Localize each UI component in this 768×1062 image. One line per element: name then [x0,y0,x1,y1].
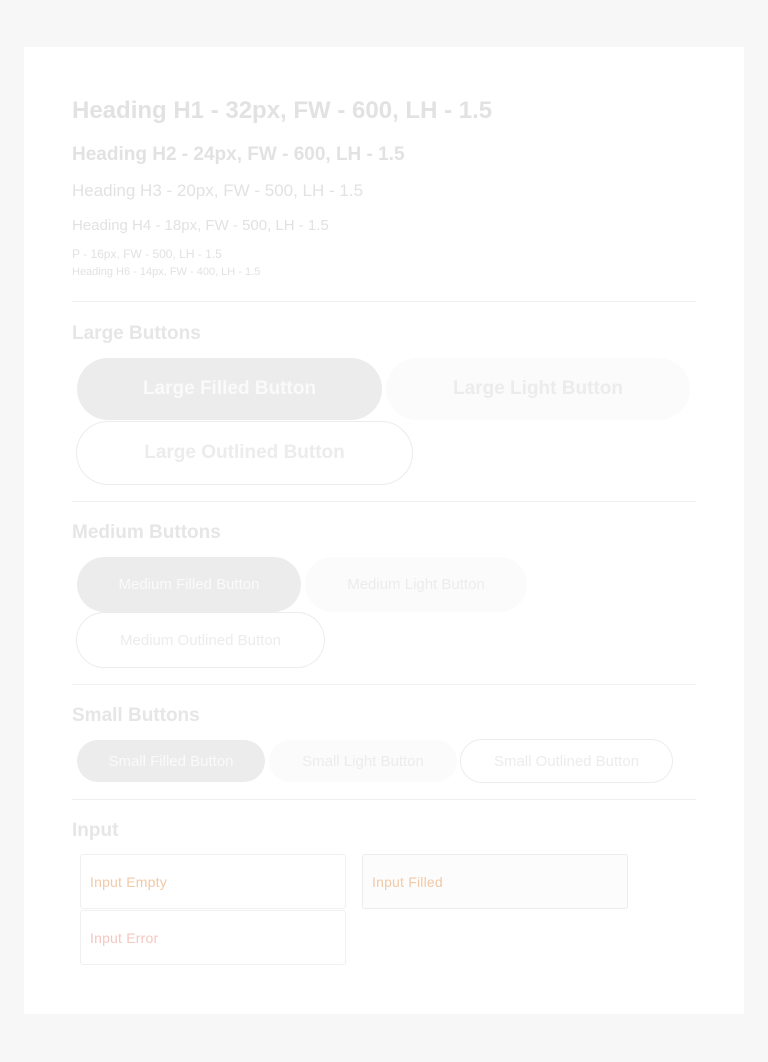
input-empty-text: Input Empty [90,873,167,890]
divider [72,301,696,302]
medium-light-button[interactable]: Medium Light Button [305,557,527,612]
small-outlined-button[interactable]: Small Outlined Button [460,739,673,783]
heading-h6-sample: Heading H6 - 14px, FW - 400, LH - 1.5 [72,266,261,278]
medium-filled-button[interactable]: Medium Filled Button [77,557,301,612]
input-empty-field[interactable]: Input Empty [80,854,346,909]
large-outlined-button[interactable]: Large Outlined Button [76,421,413,485]
divider [72,684,696,685]
large-light-button[interactable]: Large Light Button [386,358,690,420]
style-guide-card: Heading H1 - 32px, FW - 600, LH - 1.5 He… [24,47,744,1014]
input-filled-text: Input Filled [372,873,443,890]
small-light-button[interactable]: Small Light Button [269,740,457,782]
heading-h2-sample: Heading H2 - 24px, FW - 600, LH - 1.5 [72,144,405,165]
input-error-text: Input Error [90,929,159,946]
input-section-title: Input [72,820,119,841]
large-filled-button[interactable]: Large Filled Button [77,358,382,420]
small-buttons-title: Small Buttons [72,705,200,726]
heading-h3-sample: Heading H3 - 20px, FW - 500, LH - 1.5 [72,181,364,200]
heading-h4-sample: Heading H4 - 18px, FW - 500, LH - 1.5 [72,217,329,234]
input-filled-field[interactable]: Input Filled [362,854,628,909]
large-buttons-title: Large Buttons [72,323,201,344]
input-error-field[interactable]: Input Error [80,910,346,965]
small-filled-button[interactable]: Small Filled Button [77,740,265,782]
medium-buttons-title: Medium Buttons [72,522,221,543]
medium-outlined-button[interactable]: Medium Outlined Button [76,612,325,668]
divider [72,501,696,502]
paragraph-sample: P - 16px, FW - 500, LH - 1.5 [72,247,222,261]
divider [72,799,696,800]
heading-h1-sample: Heading H1 - 32px, FW - 600, LH - 1.5 [72,97,493,124]
